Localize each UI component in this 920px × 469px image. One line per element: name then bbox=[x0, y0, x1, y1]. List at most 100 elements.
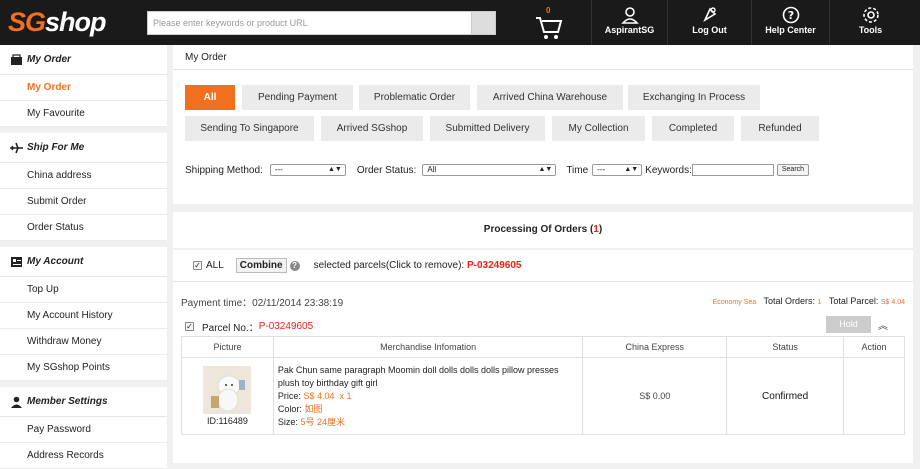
product-price: S$ 4.04 bbox=[303, 390, 335, 401]
order-status-value: All bbox=[427, 165, 437, 174]
main-content: My Order All Pending Payment Problematic… bbox=[173, 45, 913, 469]
sidebar-item-account-history[interactable]: My Account History bbox=[0, 303, 167, 329]
cart-button[interactable]: 0 bbox=[530, 6, 568, 40]
combine-bar: ✓ ALL Combine ? selected parcels(Click t… bbox=[173, 250, 913, 282]
tab-problematic-order[interactable]: Problematic Order bbox=[359, 85, 470, 110]
table-row: ID:116489 Pak Chun same paragraph Moomin… bbox=[181, 357, 905, 435]
selected-parcel-id[interactable]: P-03249605 bbox=[467, 260, 522, 271]
time-label: Time bbox=[566, 164, 589, 176]
total-parcel-label: Total Parcel: bbox=[828, 296, 879, 306]
sidebar: My Order My Order My Favourite Ship For … bbox=[0, 45, 167, 469]
china-express-cell: S$ 0.00 bbox=[582, 357, 728, 435]
nav-user[interactable]: AspirantSG bbox=[591, 0, 667, 45]
logo[interactable]: SGshop bbox=[8, 7, 107, 38]
sidebar-item-my-order[interactable]: My Order bbox=[0, 75, 167, 101]
nav-logout-label: Log Out bbox=[692, 25, 727, 35]
tab-arrived-sgshop[interactable]: Arrived SGshop bbox=[321, 116, 423, 141]
tab-submitted-delivery[interactable]: Submitted Delivery bbox=[430, 116, 545, 141]
sidebar-section-title: My Account bbox=[27, 256, 84, 267]
parcel-checkbox[interactable]: ✓ bbox=[185, 322, 194, 331]
sidebar-section-my-account: My Account bbox=[0, 247, 167, 277]
moomin-doll-image bbox=[203, 366, 252, 414]
order-summary: Economy Sea Total Orders: 1 Total Parcel… bbox=[713, 296, 905, 306]
parcel-number: P-03249605 bbox=[258, 321, 314, 332]
select-arrow-icon: ▲▼ bbox=[327, 166, 342, 173]
sidebar-item-order-status[interactable]: Order Status bbox=[0, 215, 167, 241]
sidebar-section-title: My Order bbox=[27, 54, 71, 65]
tab-my-collection[interactable]: My Collection bbox=[552, 116, 645, 141]
total-parcel: S$ 4.04 bbox=[880, 299, 905, 306]
sidebar-item-sgshop-points[interactable]: My SGshop Points bbox=[0, 355, 167, 381]
sidebar-item-china-address[interactable]: China address bbox=[0, 163, 167, 189]
sidebar-section-my-order: My Order bbox=[0, 45, 167, 75]
filters: All Pending Payment Problematic Order Ar… bbox=[173, 70, 913, 204]
product-color: 如图 bbox=[304, 403, 323, 414]
nav-help[interactable]: ? Help Center bbox=[751, 0, 829, 45]
account-icon bbox=[11, 256, 22, 267]
shipping-method-label: Shipping Method: bbox=[185, 164, 263, 176]
merchandise-info-cell: Pak Chun same paragraph Moomin doll doll… bbox=[272, 357, 584, 435]
keywords-label: Keywords: bbox=[645, 164, 692, 176]
help-icon[interactable]: ? bbox=[289, 260, 300, 271]
sidebar-section-member-settings: Member Settings bbox=[0, 387, 167, 417]
sidebar-item-address-records[interactable]: Address Records bbox=[0, 443, 167, 469]
color-label: Color: bbox=[277, 403, 302, 414]
shipping-method-select[interactable]: --- ▲▼ bbox=[269, 164, 346, 176]
sidebar-section-ship-for-me: Ship For Me bbox=[0, 133, 167, 163]
search-button[interactable] bbox=[471, 12, 495, 34]
keywords-input[interactable] bbox=[691, 164, 774, 176]
sidebar-item-my-favourite[interactable]: My Favourite bbox=[0, 101, 167, 127]
col-status: Status bbox=[726, 336, 845, 358]
filter-search-button[interactable]: Search bbox=[776, 164, 810, 176]
sidebar-item-top-up[interactable]: Top Up bbox=[0, 277, 167, 303]
tab-arrived-china-warehouse[interactable]: Arrived China Warehouse bbox=[477, 85, 623, 110]
processing-label: Processing Of Orders bbox=[483, 224, 588, 235]
order-table: Picture Merchandise Infomation China Exp… bbox=[181, 336, 905, 435]
payment-row: Payment time：02/11/2014 23:38:19 Economy… bbox=[181, 294, 905, 309]
selected-parcels-text: selected parcels(Click to remove): bbox=[313, 260, 465, 271]
help-icon: ? bbox=[782, 6, 799, 24]
action-cell bbox=[843, 357, 905, 435]
status-cell: Confirmed bbox=[726, 357, 845, 435]
collapse-icon[interactable]: ︽ bbox=[878, 317, 888, 332]
col-picture: Picture bbox=[181, 336, 274, 358]
breadcrumb: My Order bbox=[173, 45, 913, 70]
select-all-checkbox[interactable]: ✓ bbox=[193, 261, 202, 270]
nav-user-label: AspirantSG bbox=[604, 25, 655, 35]
tab-refunded[interactable]: Refunded bbox=[741, 116, 819, 141]
total-orders-label: Total Orders: bbox=[763, 296, 816, 306]
tab-exchanging[interactable]: Exchanging In Process bbox=[628, 85, 760, 110]
sidebar-item-pay-password[interactable]: Pay Password bbox=[0, 417, 167, 443]
nav-tools-label: Tools bbox=[858, 25, 883, 35]
sidebar-item-withdraw-money[interactable]: Withdraw Money bbox=[0, 329, 167, 355]
tab-sending-to-singapore[interactable]: Sending To Singapore bbox=[185, 116, 314, 141]
order-status-label: Order Status: bbox=[356, 164, 417, 176]
combine-button[interactable]: Combine bbox=[235, 258, 287, 273]
sidebar-item-submit-order[interactable]: Submit Order bbox=[0, 189, 167, 215]
time-select[interactable]: --- ▲▼ bbox=[592, 164, 643, 176]
nav-tools[interactable]: Tools bbox=[829, 0, 911, 45]
product-thumbnail[interactable] bbox=[203, 366, 252, 414]
logo-shop: shop bbox=[45, 7, 106, 37]
total-orders: 1 bbox=[817, 299, 822, 306]
tab-pending-payment[interactable]: Pending Payment bbox=[242, 85, 353, 110]
top-navbar: SGshop 0 AspirantSG Log Out ? Help Cente… bbox=[0, 0, 920, 45]
plane-icon bbox=[10, 142, 23, 153]
order-status-select[interactable]: All ▲▼ bbox=[422, 164, 557, 176]
tab-all[interactable]: All bbox=[185, 85, 235, 110]
processing-header: Processing Of Orders (1) bbox=[173, 212, 913, 248]
tab-completed[interactable]: Completed bbox=[652, 116, 734, 141]
table-header-row: Picture Merchandise Infomation China Exp… bbox=[181, 336, 905, 358]
select-all-label: ALL bbox=[206, 260, 224, 271]
hold-button[interactable]: Hold bbox=[826, 316, 871, 333]
parcel-row: ✓ Parcel No.： P-03249605 bbox=[185, 319, 313, 334]
order-icon bbox=[11, 53, 22, 65]
product-size: 5号 24厘米 bbox=[300, 416, 345, 427]
product-title[interactable]: Pak Chun same paragraph Moomin doll doll… bbox=[278, 364, 583, 390]
nav-logout[interactable]: Log Out bbox=[667, 0, 751, 45]
product-picture-cell: ID:116489 bbox=[181, 357, 274, 435]
sidebar-section-title: Member Settings bbox=[27, 396, 108, 407]
user-icon bbox=[620, 7, 639, 24]
search-input[interactable] bbox=[148, 12, 471, 34]
logo-sg: SG bbox=[8, 7, 46, 37]
